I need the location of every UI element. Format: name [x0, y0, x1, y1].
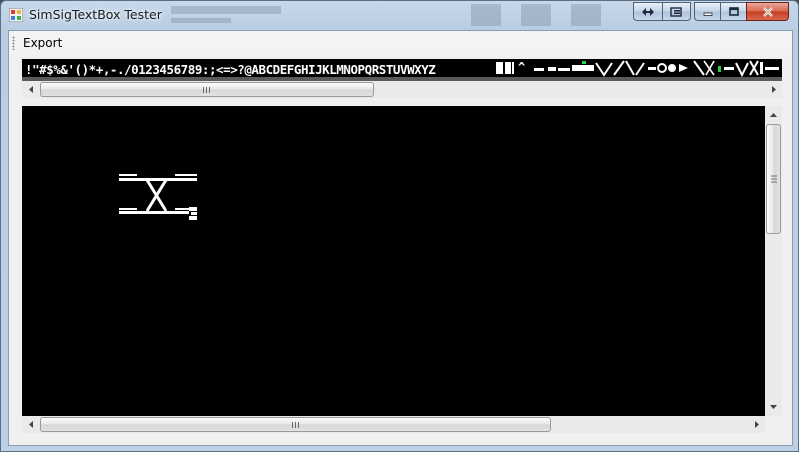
client-area: Export !"#$%&'()*+,-./0123456789:;<=>?@A…	[8, 30, 793, 446]
close-button[interactable]	[746, 2, 789, 21]
chevron-left-icon	[28, 86, 33, 93]
snap-icon	[669, 6, 682, 17]
maximize-icon	[728, 7, 739, 16]
scrollbar-corner	[765, 416, 782, 433]
charset-horizontal-scrollbar[interactable]	[22, 81, 782, 98]
app-icon	[9, 8, 23, 22]
chevron-right-icon	[771, 86, 776, 93]
chevron-down-icon	[770, 405, 777, 409]
crossover-track-icon	[119, 174, 197, 220]
scroll-down-button[interactable]	[765, 399, 782, 416]
snap-button[interactable]	[662, 2, 691, 21]
title-bar[interactable]: SimSigTextBox Tester	[1, 1, 798, 29]
canvas-vertical-scrollbar[interactable]	[765, 106, 782, 416]
menu-item-export[interactable]: Export	[23, 36, 62, 50]
extra-caption-buttons	[633, 2, 691, 21]
charset-ascii-text: !"#$%&'()*+,-./0123456789:;<=>?@ABCDEFGH…	[25, 62, 436, 77]
canvas-horizontal-scrollbar[interactable]	[22, 416, 765, 433]
chevron-up-icon	[770, 113, 777, 117]
chevron-right-icon	[754, 421, 759, 428]
canvas-vertical-scroll-thumb[interactable]	[766, 124, 781, 234]
scroll-up-button[interactable]	[765, 106, 782, 123]
menu-bar: Export	[9, 31, 792, 55]
minimize-button[interactable]	[694, 2, 720, 21]
window-title: SimSigTextBox Tester	[29, 7, 162, 22]
track-canvas[interactable]	[22, 106, 765, 416]
scroll-grip-icon	[291, 422, 300, 428]
scroll-grip-icon	[203, 87, 211, 93]
close-icon	[762, 6, 773, 17]
main-window: SimSigTextBox Tester Export !"#$%&'()*+,…	[0, 0, 799, 452]
background-blur-decoration	[171, 4, 601, 26]
back-forward-icon	[642, 7, 654, 16]
scroll-grip-icon	[771, 175, 777, 183]
back-forward-button[interactable]	[633, 2, 662, 21]
maximize-button[interactable]	[720, 2, 746, 21]
charset-strip[interactable]: !"#$%&'()*+,-./0123456789:;<=>?@ABCDEFGH…	[22, 59, 782, 81]
caption-buttons	[694, 2, 789, 21]
charset-scroll-thumb[interactable]	[40, 82, 374, 97]
charset-pane: !"#$%&'()*+,-./0123456789:;<=>?@ABCDEFGH…	[22, 59, 786, 99]
chevron-left-icon	[28, 421, 33, 428]
minimize-icon	[703, 12, 712, 16]
scroll-right-button[interactable]	[765, 81, 782, 98]
charset-glyphs: ^	[496, 60, 779, 77]
scroll-left-button[interactable]	[22, 416, 39, 433]
scroll-right-button[interactable]	[748, 416, 765, 433]
menu-grip-icon[interactable]	[12, 36, 15, 50]
svg-text:^: ^	[518, 60, 525, 74]
scroll-left-button[interactable]	[22, 81, 39, 98]
canvas-horizontal-scroll-thumb[interactable]	[40, 417, 551, 432]
